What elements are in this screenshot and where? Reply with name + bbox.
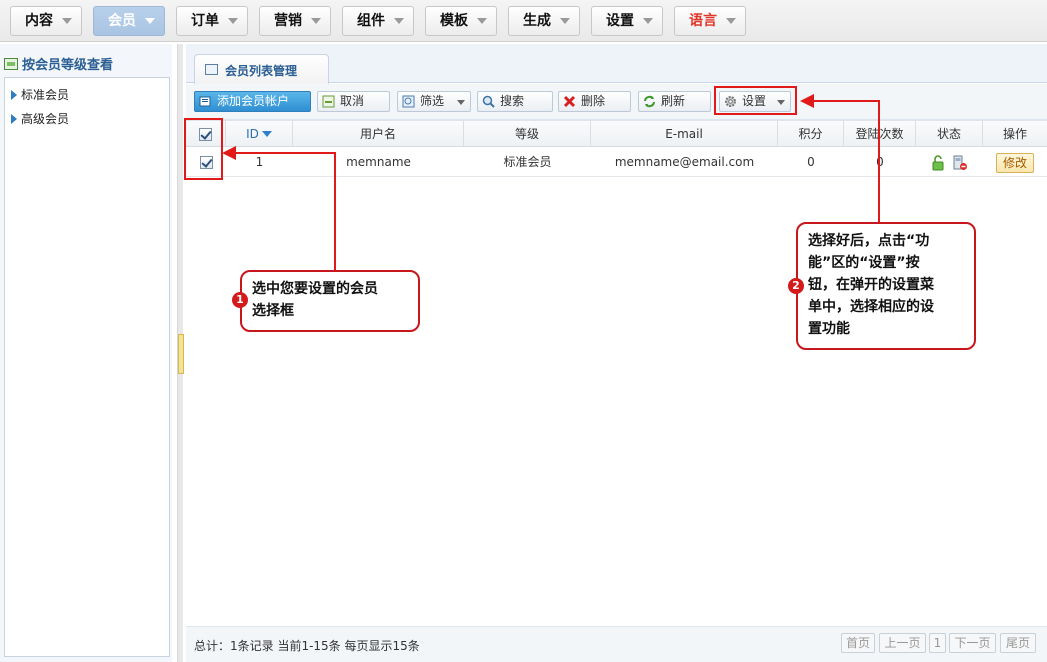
- arrow-line-step1: [236, 152, 336, 270]
- callout-line: 钮，在弹开的设置菜: [808, 277, 934, 293]
- callout-line: 能”区的“设置”按: [808, 255, 920, 271]
- arrow-line-step2: [814, 100, 880, 222]
- step-number-badge: 2: [788, 278, 804, 294]
- callout-line: 选择好后，点击“功: [808, 233, 930, 249]
- callout-step1: 选中您要设置的会员 选择框: [240, 270, 420, 332]
- callout-step2: 选择好后，点击“功 能”区的“设置”按 钮，在弹开的设置菜 单中，选择相应的设 …: [796, 222, 976, 350]
- callout-line: 置功能: [808, 321, 850, 337]
- callout-line: 单中，选择相应的设: [808, 299, 934, 315]
- step-number-badge: 1: [232, 292, 248, 308]
- callout-line: 选择框: [252, 303, 294, 319]
- arrow-head-step1: [222, 146, 236, 160]
- arrow-head-step2: [800, 94, 814, 108]
- callout-line: 选中您要设置的会员: [252, 281, 378, 297]
